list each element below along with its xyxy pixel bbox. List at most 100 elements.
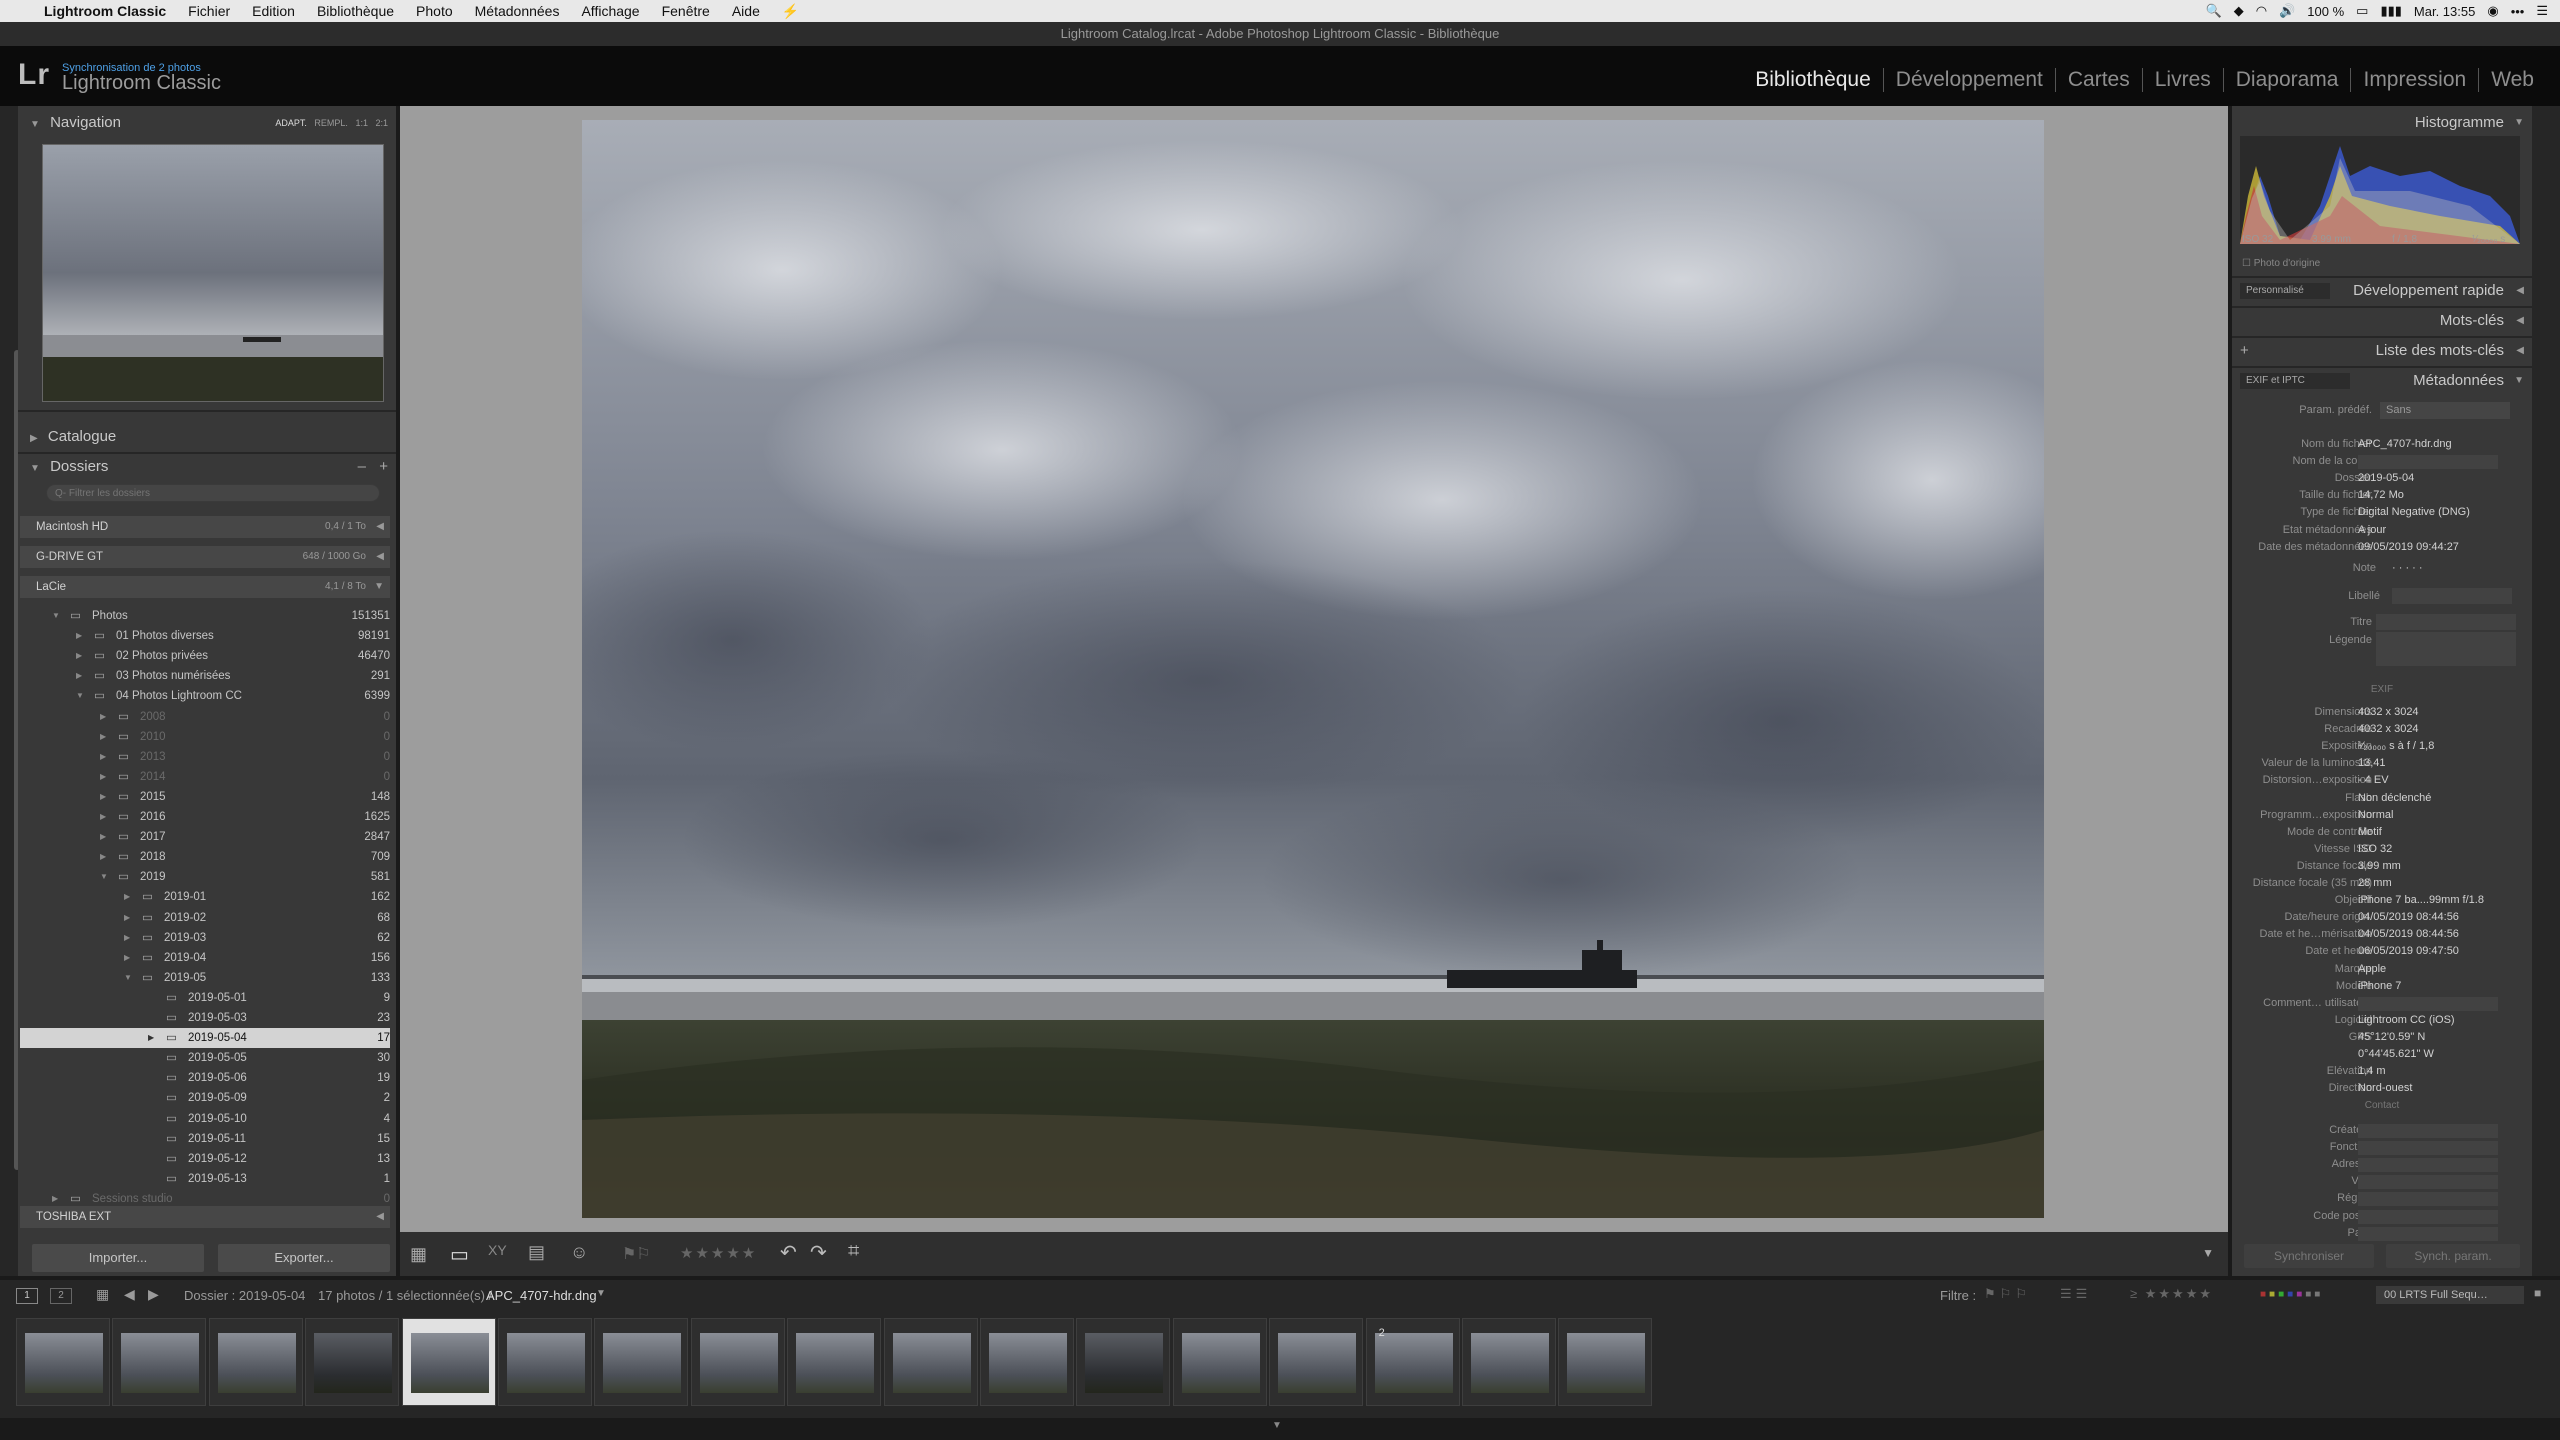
metadata-value[interactable]: Motif xyxy=(2358,824,2382,841)
grid-view-icon[interactable]: ▦ xyxy=(410,1244,427,1265)
filmstrip-thumbnail[interactable] xyxy=(1558,1318,1653,1406)
metadata-value[interactable]: APC_4707-hdr.dng xyxy=(2358,436,2452,453)
caption-field[interactable] xyxy=(2376,632,2516,666)
folder-row[interactable]: ▭ 2019-05-05 30 xyxy=(20,1048,390,1068)
metadata-value[interactable]: 04/05/2019 08:44:56 xyxy=(2358,909,2459,926)
filmstrip-thumbnail[interactable] xyxy=(498,1318,592,1406)
folder-row[interactable]: ▭ 2019-05-11 15 xyxy=(20,1129,390,1149)
people-view-icon[interactable]: ☺ xyxy=(570,1242,588,1263)
histogram-graph[interactable] xyxy=(2240,136,2520,244)
metadata-value[interactable]: 45°12'0.59" N xyxy=(2358,1029,2425,1046)
quick-develop-preset[interactable]: Personnalisé xyxy=(2240,283,2330,299)
battery-icon[interactable]: ▭ xyxy=(2356,3,2368,19)
metadata-value[interactable]: 4032 x 3024 xyxy=(2358,704,2419,721)
folder-row[interactable]: ▶ ▭ 2014 0 xyxy=(20,767,390,787)
expand-triangle-icon[interactable]: ▼ xyxy=(100,867,108,887)
filmstrip-thumbnail[interactable] xyxy=(1462,1318,1556,1406)
rotate-right-icon[interactable]: ↷ xyxy=(810,1240,827,1265)
expand-triangle-icon[interactable]: ▼ xyxy=(52,606,60,626)
rotate-left-icon[interactable]: ↶ xyxy=(780,1240,797,1265)
folder-row[interactable]: ▶ ▭ 03 Photos numérisées 291 xyxy=(20,666,390,686)
zoom-fill[interactable]: REMPL. xyxy=(314,118,348,128)
collapse-triangle-icon[interactable]: ▶ xyxy=(124,887,130,907)
module-web[interactable]: Web xyxy=(2478,68,2546,92)
sync-metadata-button[interactable]: Synchroniser xyxy=(2244,1244,2374,1268)
filmstrip-thumbnail[interactable] xyxy=(16,1318,110,1406)
collapse-triangle-icon[interactable]: ▶ xyxy=(52,1189,58,1209)
folder-row[interactable]: ▶ ▭ 2013 0 xyxy=(20,747,390,767)
sync-settings-button[interactable]: Synch. param. xyxy=(2386,1244,2520,1268)
filter-preset-select[interactable]: 00 LRTS Full Sequ… xyxy=(2376,1286,2524,1304)
export-button[interactable]: Exporter... xyxy=(218,1244,390,1272)
quick-develop-header[interactable]: Personnalisé Développement rapide ◀ xyxy=(2232,278,2532,304)
module-cartes[interactable]: Cartes xyxy=(2054,68,2142,92)
menu-app-name[interactable]: Lightroom Classic xyxy=(44,3,166,19)
volume-g-drive[interactable]: G-DRIVE GT 648 / 1000 Go ◀ xyxy=(20,546,390,568)
metadata-value[interactable] xyxy=(2358,1226,2498,1241)
metadata-value[interactable]: 4032 x 3024 xyxy=(2358,721,2419,738)
expand-triangle-icon[interactable]: ▼ xyxy=(76,686,84,706)
filmstrip-thumbnail[interactable] xyxy=(305,1318,400,1406)
filmstrip-thumbnail[interactable] xyxy=(1076,1318,1171,1406)
filmstrip-thumbnail[interactable] xyxy=(1172,1318,1267,1406)
metadata-value[interactable]: 06/05/2019 09:47:50 xyxy=(2358,943,2459,960)
metadata-value[interactable]: 0°44'45.621" W xyxy=(2358,1046,2434,1063)
filmstrip-thumbnail[interactable] xyxy=(1269,1318,1364,1406)
filmstrip-thumbnail[interactable]: 2 xyxy=(1365,1318,1460,1406)
metadata-value[interactable]: Nord-ouest xyxy=(2358,1080,2412,1097)
filmstrip-thumbnail[interactable] xyxy=(401,1318,496,1406)
zoom-fit[interactable]: ADAPT. xyxy=(275,118,307,128)
wifi-icon[interactable]: ◠ xyxy=(2256,3,2267,19)
menu-fenetre[interactable]: Fenêtre xyxy=(662,3,710,19)
metadata-value[interactable] xyxy=(2358,1124,2498,1138)
metadata-value[interactable] xyxy=(2358,1141,2498,1156)
selected-filename[interactable]: APC_4707-hdr.dng xyxy=(486,1288,597,1303)
folder-row[interactable]: ▶ ▭ 2019-02 68 xyxy=(20,908,390,928)
folder-row[interactable]: ▭ 2019-05-01 9 xyxy=(20,988,390,1008)
grid-icon[interactable]: ▦ xyxy=(96,1286,109,1303)
expand-triangle-icon[interactable]: ▼ xyxy=(124,968,132,988)
module-impression[interactable]: Impression xyxy=(2350,68,2478,92)
volume-icon[interactable]: 🔊 xyxy=(2279,3,2295,19)
color-label-field[interactable] xyxy=(2392,588,2512,604)
zoom-2-1[interactable]: 2:1 xyxy=(375,118,388,128)
metadata-preset-set[interactable]: EXIF et IPTC xyxy=(2240,373,2350,389)
collapse-triangle-icon[interactable]: ▶ xyxy=(148,1028,154,1048)
metadata-value[interactable]: Digital Negative (DNG) xyxy=(2358,504,2470,521)
metadata-header[interactable]: EXIF et IPTC Métadonnées ▼ xyxy=(2232,368,2532,394)
folder-filter-input[interactable] xyxy=(46,484,380,502)
metadata-value[interactable]: 1,4 m xyxy=(2358,1063,2386,1080)
module-developpement[interactable]: Développement xyxy=(1882,68,2055,92)
menu-bibliotheque[interactable]: Bibliothèque xyxy=(317,3,394,19)
original-photo-check[interactable]: ☐ Photo d'origine xyxy=(2242,258,2320,269)
metadata-value[interactable] xyxy=(2358,1158,2498,1173)
zoom-1-1[interactable]: 1:1 xyxy=(355,118,368,128)
list-icon[interactable]: ☰ xyxy=(2536,3,2548,19)
menu-affichage[interactable]: Affichage xyxy=(581,3,639,19)
metadata-value[interactable]: iPhone 7 xyxy=(2358,978,2401,995)
survey-view-icon[interactable]: ▤ xyxy=(528,1242,545,1263)
filmstrip-thumbnail[interactable] xyxy=(594,1318,689,1406)
collapse-triangle-icon[interactable]: ▶ xyxy=(100,767,106,787)
metadata-value[interactable]: 13,41 xyxy=(2358,755,2386,772)
collapse-triangle-icon[interactable]: ▶ xyxy=(124,928,130,948)
collapse-triangle-icon[interactable]: ▶ xyxy=(100,727,106,747)
metadata-value[interactable]: Apple xyxy=(2358,961,2386,978)
metadata-value[interactable] xyxy=(2358,455,2498,470)
folder-row[interactable]: ▼ ▭ 04 Photos Lightroom CC 6399 xyxy=(20,686,390,706)
clock[interactable]: Mar. 13:55 xyxy=(2414,4,2475,19)
folder-row[interactable]: ▭ 2019-05-10 4 xyxy=(20,1109,390,1129)
folder-row[interactable]: ▶ ▭ 2019-05-04 17 xyxy=(20,1028,390,1049)
back-arrow-icon[interactable]: ◀ xyxy=(124,1286,135,1303)
folder-row[interactable]: ▶ ▭ 2008 0 xyxy=(20,707,390,727)
filmstrip-thumbnail[interactable] xyxy=(787,1318,882,1406)
folder-row[interactable]: ▭ 2019-05-06 19 xyxy=(20,1068,390,1088)
filter-lock-icon[interactable]: ■ xyxy=(2534,1286,2541,1300)
metadata-value[interactable] xyxy=(2358,996,2498,1011)
metadata-value[interactable]: 04/05/2019 08:44:56 xyxy=(2358,926,2459,943)
metadata-value[interactable]: Non déclenché xyxy=(2358,790,2431,807)
metadata-value[interactable]: ISO 32 xyxy=(2358,841,2392,858)
collapse-triangle-icon[interactable]: ▶ xyxy=(100,847,106,867)
collapse-triangle-icon[interactable]: ▶ xyxy=(100,707,106,727)
volume-lacie[interactable]: LaCie 4,1 / 8 To ▼ xyxy=(20,576,390,598)
